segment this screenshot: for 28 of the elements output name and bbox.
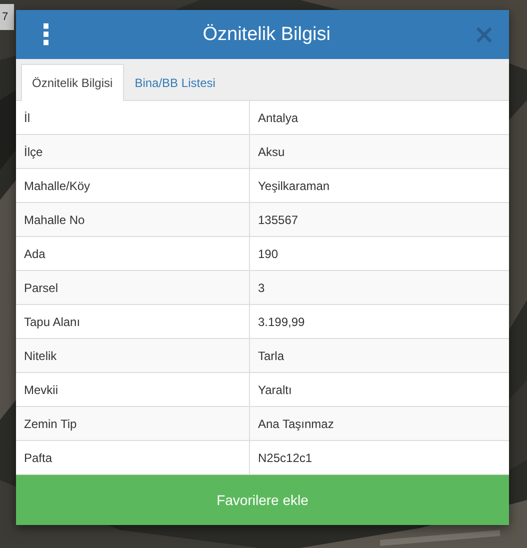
field-name-cell: İl bbox=[16, 101, 250, 134]
field-name-cell: Mevkii bbox=[16, 373, 250, 406]
field-name-cell: Pafta bbox=[16, 441, 250, 474]
field-value-cell-text: 3 bbox=[257, 280, 266, 296]
field-name-cell: İlçe bbox=[16, 135, 250, 168]
field-value-cell-text: Yaraltı bbox=[257, 382, 293, 398]
tab[interactable]: Bina/BB Listesi bbox=[124, 64, 226, 101]
field-value-cell-text: Ana Taşınmaz bbox=[257, 416, 335, 432]
field-name-cell: Nitelik bbox=[16, 339, 250, 372]
field-name-cell: Zemin Tip bbox=[16, 407, 250, 440]
field-value-cell-text: 190 bbox=[257, 246, 280, 262]
add-favorites-button[interactable]: Favorilere ekle bbox=[16, 475, 509, 525]
field-name-cell: Parsel bbox=[16, 271, 250, 304]
field-name-cell: Mahalle/Köy bbox=[16, 169, 250, 202]
field-value-cell-text: Yeşilkaraman bbox=[257, 178, 331, 194]
tab[interactable]: Öznitelik Bilgisi bbox=[21, 64, 124, 101]
field-value-cell-text: N25c12c1 bbox=[257, 450, 314, 466]
field-value-cell-text: Tarla bbox=[257, 348, 286, 364]
field-name-cell: Ada bbox=[16, 237, 250, 270]
field-name-cell: Tapu Alanı bbox=[16, 305, 250, 338]
field-value-cell-text: 3.199,99 bbox=[257, 314, 306, 330]
field-name-cell: Mahalle No bbox=[16, 203, 250, 236]
dialog-title: Öznitelik Bilgisi bbox=[202, 24, 330, 46]
field-value-cell-text: Aksu bbox=[257, 144, 286, 160]
field-value-cell-text: 135567 bbox=[257, 212, 300, 228]
field-value-cell-text: Antalya bbox=[257, 110, 300, 126]
map-control[interactable]: 7 bbox=[0, 4, 14, 30]
menu-button[interactable]: ⋮ bbox=[32, 20, 60, 48]
